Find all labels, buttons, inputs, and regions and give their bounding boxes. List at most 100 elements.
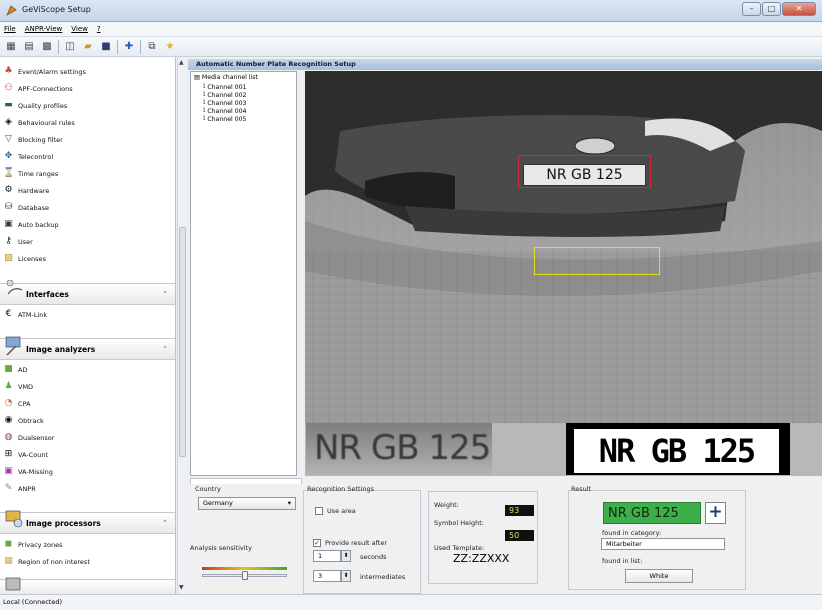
- sidebar-item-cpa[interactable]: ◔ CPA: [3, 396, 31, 411]
- sidebar-item-obtrack[interactable]: ◉ Obtrack: [3, 413, 44, 428]
- tree-channel[interactable]: ⟟ Channel 001: [203, 83, 247, 91]
- star-icon[interactable]: ★: [163, 40, 177, 54]
- group-header-image-analyzers[interactable]: Image analyzers ⌃: [0, 336, 175, 360]
- country-select-value: Germany: [203, 499, 233, 507]
- backup-icon: ▣: [4, 219, 13, 229]
- channel-icon: ⟟: [203, 107, 206, 114]
- camera-view[interactable]: NR GB 125: [305, 71, 822, 476]
- group-header-image-processors[interactable]: Image processors ⌃: [0, 510, 175, 534]
- time-icon: ⌛: [3, 168, 15, 178]
- symbol-height-label: Symbol Height:: [434, 519, 484, 527]
- group-icon[interactable]: ▩: [40, 40, 54, 54]
- image-processors-icon: [5, 510, 23, 528]
- title-bar: GeViScope Setup – □ ✕: [0, 0, 822, 22]
- sidebar-item-event-alarm[interactable]: ♣ Event/Alarm settings: [3, 64, 85, 79]
- plate-crop-grayscale: NR GB 125: [306, 423, 492, 475]
- country-select[interactable]: Germany ▾: [198, 497, 296, 510]
- sidebar-item-hardware[interactable]: ⚙ Hardware: [3, 183, 49, 198]
- grid-icon[interactable]: ▤: [22, 40, 36, 54]
- sidebar-item-va-missing[interactable]: ▣ VA-Missing: [3, 464, 53, 479]
- media-channel-tree[interactable]: ▤ Media channel list ⟟ Channel 001 ⟟ Channe…: [190, 71, 297, 476]
- more-group-icon: [5, 577, 21, 591]
- sidebar-item-time-ranges[interactable]: ⌛ Time ranges: [3, 166, 58, 181]
- window-title: GeViScope Setup: [22, 5, 91, 14]
- found-in-list-button[interactable]: White: [625, 569, 693, 583]
- seconds-input[interactable]: 1: [313, 550, 341, 562]
- sidebar-item-licenses[interactable]: ▨ Licenses: [3, 251, 46, 266]
- country-label: Country: [195, 485, 221, 493]
- maximize-button[interactable]: □: [762, 2, 781, 16]
- sidebar-item-quality-profiles[interactable]: ▬ Quality profiles: [3, 98, 67, 113]
- sensitivity-slider-thumb[interactable]: [241, 571, 248, 580]
- sidebar-item-anpr[interactable]: ✎ ANPR: [3, 481, 36, 496]
- sidebar: ♣ Event/Alarm settings ⚇ APF-Connections ▬…: [0, 57, 176, 594]
- sidebar-item-ad[interactable]: ■ AD: [3, 362, 27, 377]
- tree-channel[interactable]: ⟟ Channel 002: [203, 91, 247, 99]
- sidebar-item-vmd[interactable]: ♟ VMD: [3, 379, 33, 394]
- user-icon: ⚷: [5, 236, 12, 246]
- sidebar-item-telecontrol[interactable]: ✥ Telecontrol: [3, 149, 53, 164]
- scrollbar-thumb[interactable]: [179, 227, 186, 457]
- tree-root[interactable]: ▤ Media channel list: [194, 74, 258, 81]
- close-button[interactable]: ✕: [782, 2, 816, 16]
- group-header-more[interactable]: [0, 577, 175, 594]
- tree-channel[interactable]: ⟟ Channel 005: [203, 115, 247, 123]
- sidebar-item-atm-link[interactable]: € ATM-Link: [3, 307, 48, 322]
- grid-icon[interactable]: ▦: [4, 40, 18, 54]
- sidebar-item-region-non-interest[interactable]: ▦ Region of non interest: [3, 554, 90, 569]
- minimize-button[interactable]: –: [742, 2, 761, 16]
- sidebar-item-privacy-zones[interactable]: ◼ Privacy zones: [3, 537, 63, 552]
- sidebar-item-behavioural-rules[interactable]: ◈ Behavioural rules: [3, 115, 75, 130]
- window-controls: – □ ✕: [742, 2, 816, 16]
- plate-detection-box[interactable]: [518, 155, 651, 188]
- intermediates-input[interactable]: 3: [313, 570, 341, 582]
- sidebar-scrollbar[interactable]: ▲ ▼: [177, 57, 187, 594]
- dualsensor-icon: ◍: [4, 432, 13, 442]
- plate-crop-grayscale-text: NR GB 125: [314, 428, 491, 468]
- group-header-interfaces[interactable]: Interfaces ⌃: [0, 280, 175, 305]
- filter-icon: ▽: [5, 134, 12, 144]
- interfaces-icon: [6, 280, 23, 295]
- scroll-up-icon[interactable]: ▲: [179, 59, 184, 66]
- sidebar-item-blocking-filter[interactable]: ▽ Blocking filter: [3, 132, 63, 147]
- provide-result-label: Provide result after: [325, 539, 387, 547]
- intermediates-spinner[interactable]: ⬍: [341, 570, 351, 582]
- atm-link-icon: €: [5, 309, 12, 319]
- collapse-icon[interactable]: ⌃: [162, 519, 168, 527]
- save-icon[interactable]: ■: [99, 40, 113, 54]
- add-plate-button[interactable]: +: [705, 502, 726, 524]
- media-list-icon: ▤: [194, 74, 200, 81]
- tree-channel[interactable]: ⟟ Channel 004: [203, 107, 247, 115]
- seconds-spinner[interactable]: ⬍: [341, 550, 351, 562]
- sidebar-item-apf-connections[interactable]: ⚇ APF-Connections: [3, 81, 72, 96]
- app-logo-icon: [6, 5, 17, 16]
- sidebar-item-dualsensor[interactable]: ◍ Dualsensor: [3, 430, 55, 445]
- settings-area: Country Germany ▾ Analysis sensitivity R…: [188, 484, 822, 594]
- sidebar-item-database[interactable]: ⛁ Database: [3, 200, 49, 215]
- menu-anpr-view[interactable]: ANPR-View: [25, 25, 63, 33]
- use-area-checkbox[interactable]: [315, 507, 323, 515]
- collapse-icon[interactable]: ⌃: [162, 290, 168, 298]
- scroll-down-icon[interactable]: ▼: [179, 584, 184, 591]
- copy-icon[interactable]: ⧉: [145, 40, 159, 54]
- sidebar-item-va-count[interactable]: ⊞ VA-Count: [3, 447, 48, 462]
- open-icon[interactable]: ▰: [81, 40, 95, 54]
- menu-help[interactable]: ?: [97, 25, 101, 33]
- intermediates-label: intermediates: [360, 573, 406, 581]
- menu-view[interactable]: View: [71, 25, 88, 33]
- channel-icon: ⟟: [203, 99, 206, 106]
- provide-result-checkbox[interactable]: ✓: [313, 539, 321, 547]
- status-bar: Local (Connected): [0, 594, 822, 610]
- tree-channel[interactable]: ⟟ Channel 003: [203, 99, 247, 107]
- sidebar-item-auto-backup[interactable]: ▣ Auto backup: [3, 217, 58, 232]
- used-template-label: Used Template:: [434, 544, 485, 552]
- cpa-icon: ◔: [4, 398, 13, 408]
- toolbar-separator: [117, 39, 118, 54]
- add-icon[interactable]: ✚: [122, 40, 136, 54]
- sidebar-item-user[interactable]: ⚷ User: [3, 234, 33, 249]
- menu-file[interactable]: File: [4, 25, 16, 33]
- new-icon[interactable]: ◫: [63, 40, 77, 54]
- collapse-icon[interactable]: ⌃: [162, 345, 168, 353]
- used-template-value: ZZ:ZZXXX: [453, 552, 510, 565]
- search-area-box[interactable]: [534, 247, 660, 275]
